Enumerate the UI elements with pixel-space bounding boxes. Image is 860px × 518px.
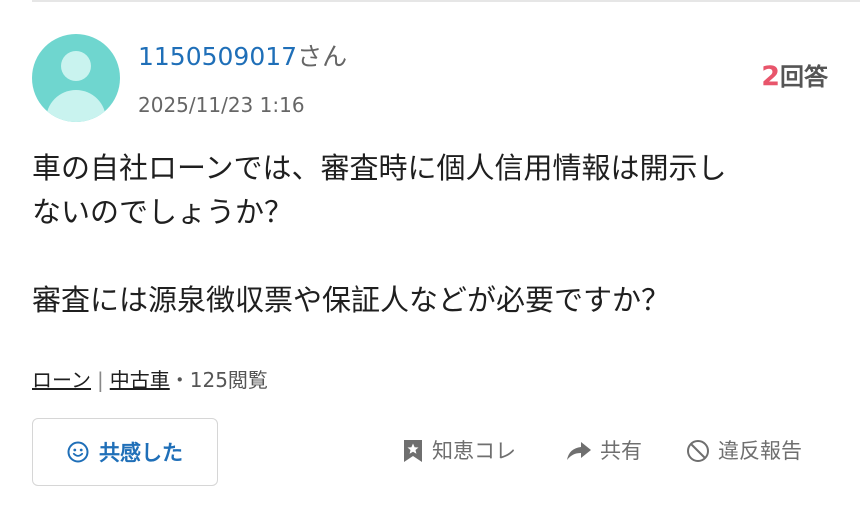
question-text-line: 車の自社ローンでは、審査時に個人信用情報は開示し bbox=[32, 151, 727, 185]
question-text-line: 審査には源泉徴収票や保証人などが必要ですか？ bbox=[32, 283, 671, 317]
answer-count-label: 回答 bbox=[780, 63, 828, 91]
question-body: 車の自社ローンでは、審査時に個人信用情報は開示し ないのでしょうか？ 審査には源… bbox=[32, 146, 832, 322]
chie-collection-label: 知恵コレ bbox=[432, 439, 516, 463]
category-link-loan[interactable]: ローン bbox=[32, 368, 91, 392]
prohibited-icon bbox=[686, 439, 710, 463]
answer-count-link[interactable]: 2回答 bbox=[761, 62, 828, 92]
empathy-button-label: 共感した bbox=[99, 441, 183, 465]
top-divider bbox=[32, 0, 860, 2]
user-avatar[interactable] bbox=[32, 34, 120, 122]
avatar-head-shape bbox=[61, 51, 91, 81]
view-count: ・125閲覧 bbox=[169, 368, 268, 392]
empathy-button[interactable]: 共感した bbox=[32, 418, 218, 486]
user-name-link[interactable]: 1150509017 bbox=[138, 42, 297, 71]
report-button[interactable]: 違反報告 bbox=[686, 436, 802, 466]
chie-collection-button[interactable]: 知恵コレ bbox=[402, 436, 516, 466]
user-suffix: さん bbox=[297, 42, 348, 71]
post-date: 2025/11/23 1:16 bbox=[138, 93, 305, 117]
category-separator: | bbox=[97, 368, 104, 392]
question-text-line: ないのでしょうか？ bbox=[32, 195, 294, 229]
share-button[interactable]: 共有 bbox=[566, 436, 642, 466]
answer-count: 2 bbox=[761, 61, 780, 92]
share-label: 共有 bbox=[600, 439, 642, 463]
avatar-body-shape bbox=[46, 90, 106, 122]
smile-icon bbox=[67, 441, 89, 463]
user-name-line: 1150509017さん bbox=[138, 42, 347, 72]
category-tags: ローン | 中古車・125閲覧 bbox=[32, 366, 268, 394]
share-arrow-icon bbox=[566, 440, 592, 462]
category-link-used-car[interactable]: 中古車 bbox=[110, 368, 170, 392]
bookmark-star-icon bbox=[402, 439, 424, 463]
report-label: 違反報告 bbox=[718, 439, 802, 463]
